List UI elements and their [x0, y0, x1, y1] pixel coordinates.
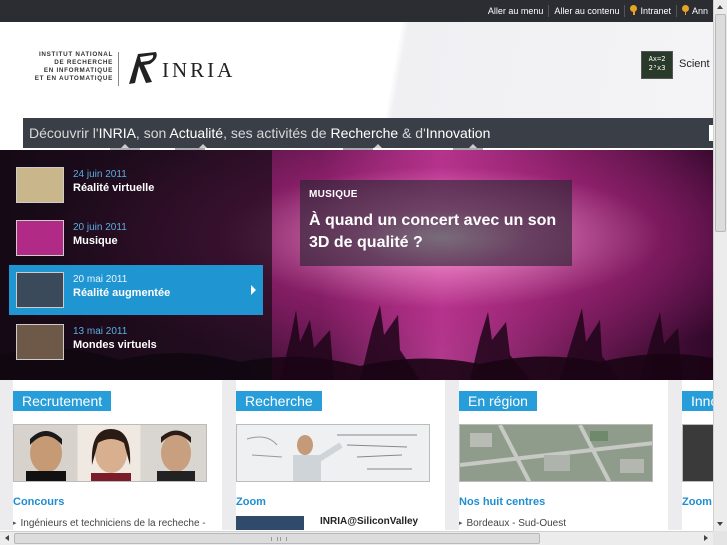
chalk-line: 2³x3	[648, 64, 666, 72]
key-icon	[630, 5, 638, 15]
zoom-title[interactable]: INRIA@SiliconValley	[320, 516, 418, 527]
block-subtitle[interactable]: Zoom	[236, 496, 266, 508]
aerial-view-illustration	[460, 425, 652, 481]
region-block: En région Nos huit centres Bordeaux - Su…	[459, 380, 668, 530]
chevron-right-icon	[251, 285, 256, 295]
nav-marker-arrow	[199, 144, 207, 148]
annuaire-label: Ann	[691, 6, 708, 16]
vertical-scroll-thumb[interactable]	[715, 14, 726, 232]
nav-text: & d'	[398, 125, 426, 141]
slider-thumbnail	[16, 324, 64, 360]
innovation-photo[interactable]	[682, 424, 713, 482]
block-list-item[interactable]: Bordeaux - Sud-Ouest	[459, 518, 567, 529]
slider-title: Réalité virtuelle	[73, 182, 155, 194]
chalk-line: Ax=2	[648, 55, 666, 63]
slider-date: 24 juin 2011	[73, 169, 127, 180]
slider-thumbnail	[16, 167, 64, 203]
caption-title: À quand un concert avec un son 3D de qua…	[309, 212, 557, 251]
block-list-item[interactable]: Ingénieurs et techniciens de la recheche…	[13, 518, 206, 529]
slider-thumbnail	[16, 220, 64, 256]
science-chalkboard-icon[interactable]: Ax=2 2³x3	[641, 51, 673, 79]
block-subtitle[interactable]: Nos huit centres	[459, 496, 545, 508]
slider-title: Réalité augmentée	[73, 287, 171, 299]
news-slider: 24 juin 2011 Réalité virtuelle 20 juin 2…	[0, 150, 272, 380]
scrollbar-corner	[713, 531, 727, 545]
block-title[interactable]: Recherche	[236, 391, 322, 411]
inria-logo-word[interactable]: INRIA	[162, 58, 235, 83]
zoom-thumbnail[interactable]	[236, 516, 304, 530]
scroll-right-button[interactable]	[699, 532, 713, 545]
institute-line: EN INFORMATIQUE	[43, 67, 113, 74]
slider-item[interactable]: 20 juin 2011 Musique	[9, 213, 263, 263]
nav-marker-arrow	[374, 144, 382, 148]
nav-actualite[interactable]: Actualité	[169, 125, 223, 141]
block-title[interactable]: Inno	[682, 391, 713, 411]
slider-date: 13 mai 2011	[73, 326, 128, 337]
skip-to-content-link[interactable]: Aller au contenu	[548, 5, 624, 17]
intranet-link[interactable]: Intranet	[624, 5, 676, 17]
institute-line: ET EN AUTOMATIQUE	[34, 75, 113, 82]
block-title[interactable]: Recrutement	[13, 391, 112, 411]
faces-illustration	[26, 429, 195, 481]
utility-links: Aller au menu Aller au contenu Intranet …	[483, 0, 713, 22]
nav-text: Découvrir l'	[29, 125, 99, 141]
scroll-left-button[interactable]	[0, 532, 14, 545]
hero-caption[interactable]: MUSIQUE À quand un concert avec un son 3…	[300, 180, 572, 266]
scroll-up-button[interactable]	[714, 0, 727, 14]
slider-title: Mondes virtuels	[73, 339, 157, 351]
grip-icon	[271, 537, 287, 541]
caption-kicker: MUSIQUE	[309, 189, 358, 200]
science-link[interactable]: Scient	[679, 58, 710, 70]
nav-innovation[interactable]: Innovation	[426, 125, 491, 141]
slider-item-active[interactable]: 20 mai 2011 Réalité augmentée	[9, 265, 263, 315]
site-header: INSTITUT NATIONAL DE RECHERCHE EN INFORM…	[0, 22, 713, 118]
nav-inria[interactable]: INRIA	[99, 125, 136, 141]
logo-divider	[118, 52, 119, 86]
horizontal-scroll-thumb[interactable]	[14, 533, 540, 544]
vertical-scrollbar[interactable]	[713, 0, 727, 531]
nav-recherche[interactable]: Recherche	[330, 125, 398, 141]
whiteboard-illustration	[246, 434, 417, 481]
slider-date: 20 mai 2011	[73, 274, 128, 285]
nav-marker-arrow	[121, 144, 129, 148]
nav-marker-arrow	[469, 144, 477, 148]
scroll-down-button[interactable]	[714, 517, 727, 531]
recherche-block: Recherche Zoom INRIA@SiliconValley	[236, 380, 445, 530]
inria-logo-mark-icon[interactable]	[126, 50, 160, 86]
slider-date: 20 juin 2011	[73, 222, 127, 233]
institute-line: INSTITUT NATIONAL	[38, 51, 113, 58]
researcher-photo[interactable]	[236, 424, 430, 482]
content-blocks: Recrutement Concours Ingénieurs et techn…	[0, 380, 713, 530]
slider-item[interactable]: 13 mai 2011 Mondes virtuels	[9, 317, 263, 367]
annuaire-link[interactable]: Ann	[675, 5, 713, 17]
intranet-label: Intranet	[640, 6, 671, 16]
horizontal-scrollbar[interactable]	[0, 531, 713, 545]
block-title[interactable]: En région	[459, 391, 537, 411]
institute-name: INSTITUT NATIONAL DE RECHERCHE EN INFORM…	[27, 51, 113, 83]
aerial-map-photo[interactable]	[459, 424, 653, 482]
top-utility-bar: Aller au menu Aller au contenu Intranet …	[0, 0, 713, 22]
institute-line: DE RECHERCHE	[54, 59, 113, 66]
skip-to-menu-link[interactable]: Aller au menu	[483, 5, 549, 17]
nav-text: , son	[135, 125, 170, 141]
slider-thumbnail	[16, 272, 64, 308]
main-nav: Découvrir l'INRIA, son Actualité, ses ac…	[23, 118, 713, 153]
key-icon	[681, 5, 689, 15]
recrutement-block: Recrutement Concours Ingénieurs et techn…	[13, 380, 222, 530]
block-subtitle[interactable]: Zoom	[682, 496, 712, 508]
recruits-photo[interactable]	[13, 424, 207, 482]
slider-item[interactable]: 24 juin 2011 Réalité virtuelle	[9, 160, 263, 210]
block-subtitle[interactable]: Concours	[13, 496, 64, 508]
nav-text: , ses activités de	[223, 125, 331, 141]
innovation-block: Inno Zoom	[682, 380, 713, 530]
slider-title: Musique	[73, 235, 118, 247]
